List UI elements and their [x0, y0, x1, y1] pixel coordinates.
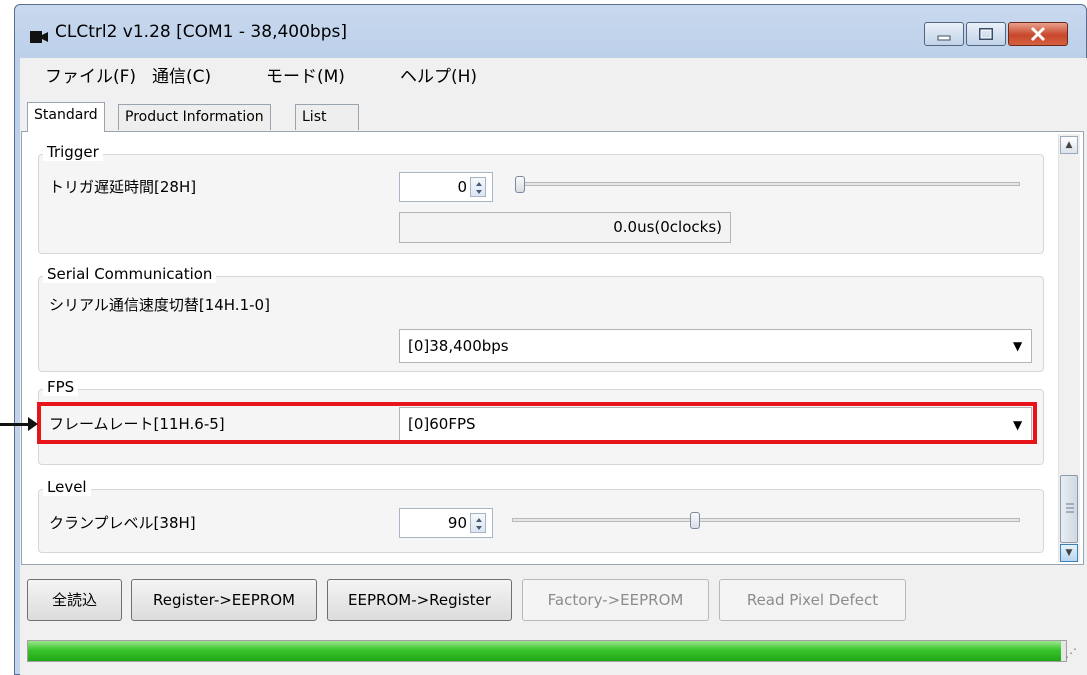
- serial-speed-label: シリアル通信速度切替[14H.1-0]: [49, 296, 270, 314]
- trigger-delay-spin-buttons[interactable]: [470, 177, 486, 197]
- trigger-delay-readout: 0.0us(0clocks): [399, 212, 731, 243]
- serial-speed-select[interactable]: [0]38,400bps: [399, 329, 1032, 363]
- minimize-icon: [937, 35, 951, 41]
- eeprom-to-register-button[interactable]: EEPROM->Register: [327, 579, 512, 621]
- clamp-level-value[interactable]: 90: [402, 514, 467, 532]
- dropdown-arrow-icon[interactable]: ▼: [1013, 339, 1022, 353]
- tab-product-information[interactable]: Product Information: [118, 104, 271, 130]
- clamp-level-spin-buttons[interactable]: [470, 513, 486, 533]
- register-to-eeprom-button[interactable]: Register->EEPROM: [131, 579, 317, 621]
- clamp-level-slider-thumb[interactable]: [689, 512, 700, 529]
- trigger-delay-slider-thumb[interactable]: [515, 176, 525, 193]
- tab-list[interactable]: List: [295, 104, 359, 130]
- scrollbar-thumb[interactable]: [1060, 475, 1078, 543]
- menu-help[interactable]: ヘルプ(H): [400, 62, 477, 87]
- serial-speed-value: [0]38,400bps: [408, 337, 509, 355]
- menu-file[interactable]: ファイル(F): [45, 62, 136, 87]
- menu-mode[interactable]: モード(M): [266, 62, 345, 87]
- serial-group-title: Serial Communication: [43, 265, 217, 283]
- window-title: CLCtrl2 v1.28 [COM1 - 38,400bps]: [55, 22, 347, 42]
- trigger-delay-label: トリガ遅延時間[28H]: [49, 178, 197, 196]
- pointer-arrow-line: [0, 423, 30, 426]
- maximize-icon: [979, 28, 993, 40]
- spin-down-icon: [476, 526, 482, 530]
- spin-up-icon: [476, 182, 482, 186]
- clamp-level-label: クランプレベル[38H]: [49, 514, 196, 532]
- trigger-group-title: Trigger: [43, 143, 103, 161]
- resize-grip-icon[interactable]: ⋰: [1065, 646, 1077, 660]
- minimize-button[interactable]: [924, 22, 964, 46]
- factory-to-eeprom-button[interactable]: Factory->EEPROM: [522, 579, 709, 621]
- tab-standard[interactable]: Standard: [27, 102, 105, 132]
- level-group-title: Level: [43, 478, 91, 496]
- read-pixel-defect-button[interactable]: Read Pixel Defect: [719, 579, 906, 621]
- close-icon: [1030, 26, 1046, 42]
- fps-group-title: FPS: [43, 378, 79, 396]
- pointer-arrow-icon: [28, 417, 38, 431]
- scroll-down-icon[interactable]: ▼: [1060, 544, 1078, 562]
- close-button[interactable]: [1008, 22, 1068, 46]
- scroll-up-icon[interactable]: ▲: [1060, 136, 1078, 154]
- clamp-level-slider-track[interactable]: [512, 518, 1020, 522]
- read-all-button[interactable]: 全読込: [27, 579, 122, 621]
- trigger-delay-value[interactable]: 0: [402, 178, 467, 196]
- menu-communication[interactable]: 通信(C): [152, 62, 211, 87]
- spin-up-icon: [476, 518, 482, 522]
- spin-down-icon: [476, 190, 482, 194]
- trigger-delay-slider-track[interactable]: [515, 182, 1020, 186]
- highlight-box: [37, 402, 1037, 444]
- maximize-button[interactable]: [966, 22, 1006, 46]
- app-icon: [30, 30, 48, 44]
- progress-bar-fill: [28, 641, 1061, 661]
